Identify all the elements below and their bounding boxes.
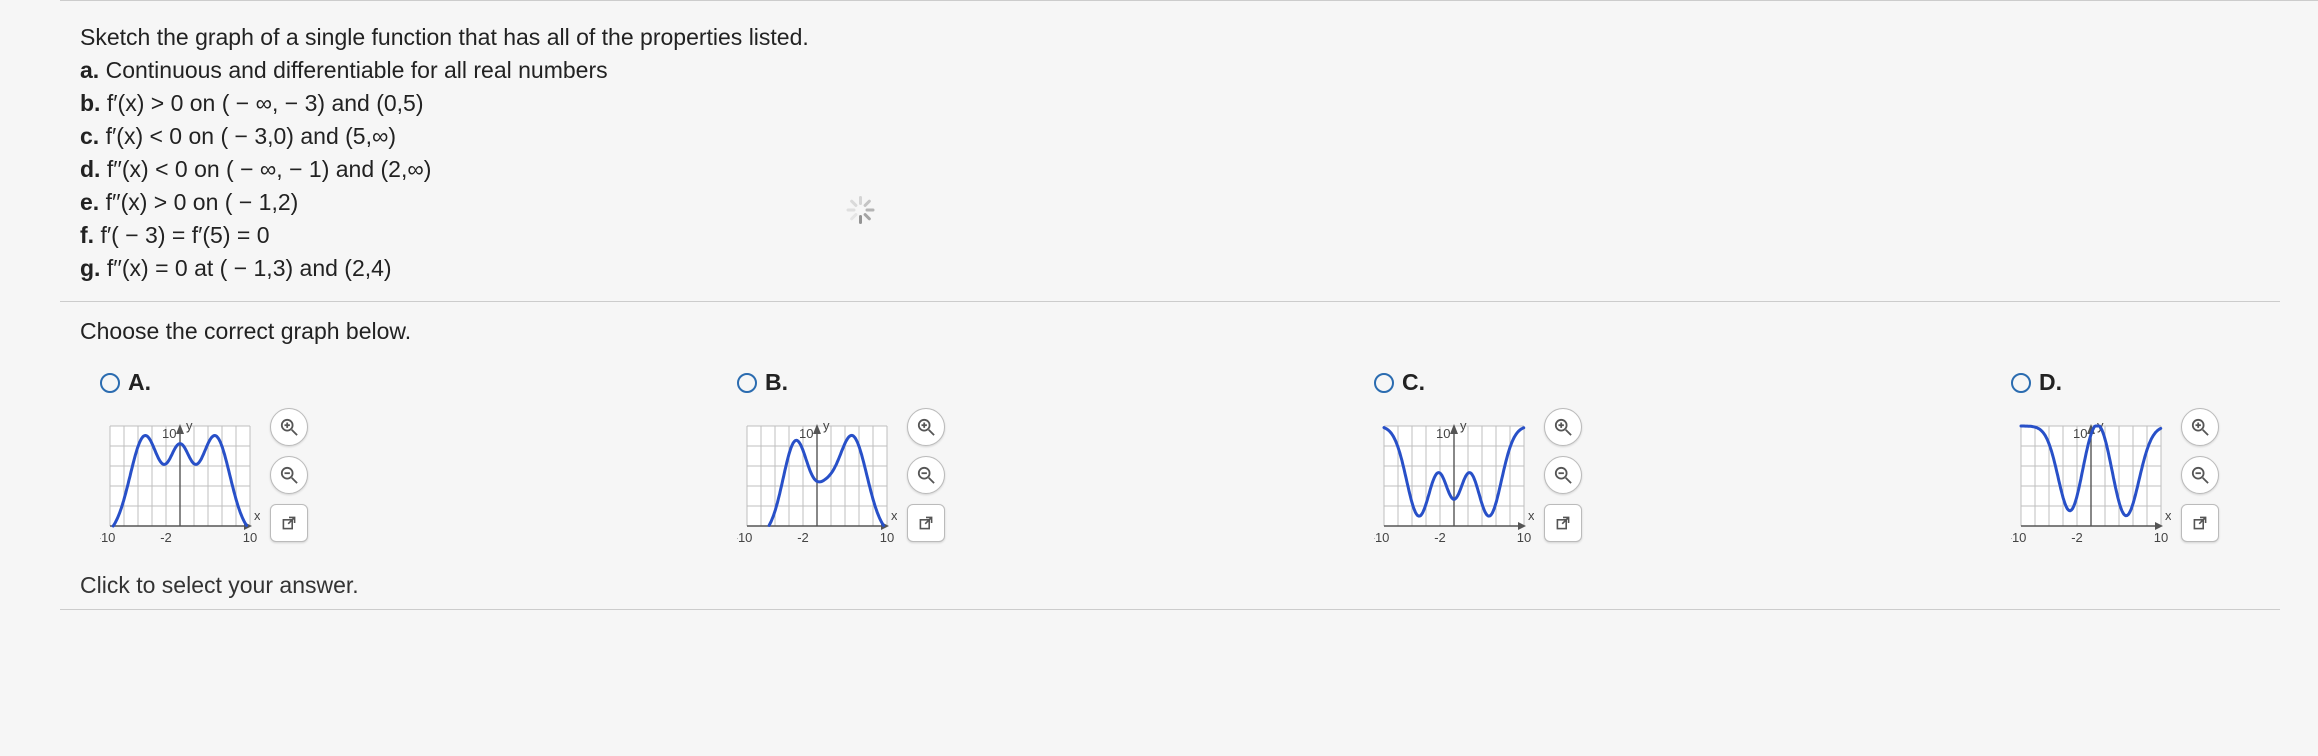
- svg-text:x: x: [1528, 508, 1534, 523]
- popout-icon[interactable]: [1544, 504, 1582, 542]
- zoom-out-icon[interactable]: [907, 456, 945, 494]
- option-c-label: C.: [1402, 369, 1425, 396]
- zoom-in-icon[interactable]: [2181, 408, 2219, 446]
- zoom-out-icon[interactable]: [1544, 456, 1582, 494]
- svg-text:10: 10: [243, 530, 257, 545]
- stem-b-text: f′(x) > 0 on ( − ∞, − 3) and (0,5): [107, 90, 424, 116]
- option-a-label: A.: [128, 369, 151, 396]
- loading-spinner-icon: [845, 196, 873, 224]
- graph-c: y x -10 -2 10 10: [1374, 406, 1534, 554]
- svg-text:y: y: [186, 418, 193, 433]
- stem-intro: Sketch the graph of a single function th…: [80, 21, 2278, 54]
- svg-text:y: y: [823, 418, 830, 433]
- zoom-in-icon[interactable]: [1544, 408, 1582, 446]
- stem-d-text: f′′(x) < 0 on ( − ∞, − 1) and (2,∞): [107, 156, 432, 182]
- zoom-in-icon[interactable]: [270, 408, 308, 446]
- svg-text:x: x: [2165, 508, 2171, 523]
- svg-text:-10: -10: [2011, 530, 2026, 545]
- svg-text:-2: -2: [797, 530, 809, 545]
- svg-text:-2: -2: [160, 530, 172, 545]
- graph-b: y x -10 -2 10 10: [737, 406, 897, 554]
- stem-e: e. f′′(x) > 0 on ( − 1,2): [80, 186, 2278, 219]
- question-prompt: Choose the correct graph below.: [60, 312, 2318, 355]
- stem-c-text: f′(x) < 0 on ( − 3,0) and (5,∞): [106, 123, 396, 149]
- answer-options: A. y x -10 -2 10 10 B. y x -10 -2 10 10: [60, 355, 2318, 554]
- zoom-in-icon[interactable]: [907, 408, 945, 446]
- option-d-label: D.: [2039, 369, 2062, 396]
- radio-d[interactable]: [2011, 373, 2031, 393]
- stem-e-text: f′′(x) > 0 on ( − 1,2): [106, 189, 299, 215]
- option-c[interactable]: C. y x -10 -2 10 10: [1374, 369, 1661, 554]
- stem-d: d. f′′(x) < 0 on ( − ∞, − 1) and (2,∞): [80, 153, 2278, 186]
- svg-text:y: y: [1460, 418, 1467, 433]
- stem-g: g. f′′(x) = 0 at ( − 1,3) and (2,4): [80, 252, 2278, 285]
- popout-icon[interactable]: [907, 504, 945, 542]
- radio-b[interactable]: [737, 373, 757, 393]
- svg-text:x: x: [254, 508, 260, 523]
- svg-text:10: 10: [2073, 426, 2087, 441]
- svg-text:10: 10: [880, 530, 894, 545]
- svg-text:10: 10: [162, 426, 176, 441]
- option-b-label: B.: [765, 369, 788, 396]
- svg-text:-10: -10: [737, 530, 752, 545]
- stem-c: c. f′(x) < 0 on ( − 3,0) and (5,∞): [80, 120, 2278, 153]
- stem-b: b. f′(x) > 0 on ( − ∞, − 3) and (0,5): [80, 87, 2278, 120]
- option-d[interactable]: D. yx-10-21010: [2011, 369, 2298, 554]
- stem-f: f. f′( − 3) = f′(5) = 0: [80, 219, 2278, 252]
- popout-icon[interactable]: [270, 504, 308, 542]
- svg-text:10: 10: [2154, 530, 2168, 545]
- option-a[interactable]: A. y x -10 -2 10 10: [100, 369, 387, 554]
- graph-a: y x -10 -2 10 10: [100, 406, 260, 554]
- popout-icon[interactable]: [2181, 504, 2219, 542]
- svg-text:x: x: [891, 508, 897, 523]
- stem-f-text: f′( − 3) = f′(5) = 0: [100, 222, 269, 248]
- stem-a-text: Continuous and differentiable for all re…: [106, 57, 608, 83]
- option-b[interactable]: B. y x -10 -2 10 10: [737, 369, 1024, 554]
- radio-a[interactable]: [100, 373, 120, 393]
- svg-text:-2: -2: [1434, 530, 1446, 545]
- zoom-out-icon[interactable]: [270, 456, 308, 494]
- zoom-out-icon[interactable]: [2181, 456, 2219, 494]
- radio-c[interactable]: [1374, 373, 1394, 393]
- question-stem: Sketch the graph of a single function th…: [60, 9, 2318, 295]
- svg-text:10: 10: [1517, 530, 1531, 545]
- graph-d: yx-10-21010: [2011, 406, 2171, 554]
- stem-a: a. Continuous and differentiable for all…: [80, 54, 2278, 87]
- svg-text:-2: -2: [2071, 530, 2083, 545]
- svg-text:10: 10: [1436, 426, 1450, 441]
- svg-text:-10: -10: [1374, 530, 1389, 545]
- svg-text:-10: -10: [100, 530, 115, 545]
- footer-instruction: Click to select your answer.: [60, 554, 2318, 599]
- stem-g-text: f′′(x) = 0 at ( − 1,3) and (2,4): [107, 255, 392, 281]
- svg-text:10: 10: [799, 426, 813, 441]
